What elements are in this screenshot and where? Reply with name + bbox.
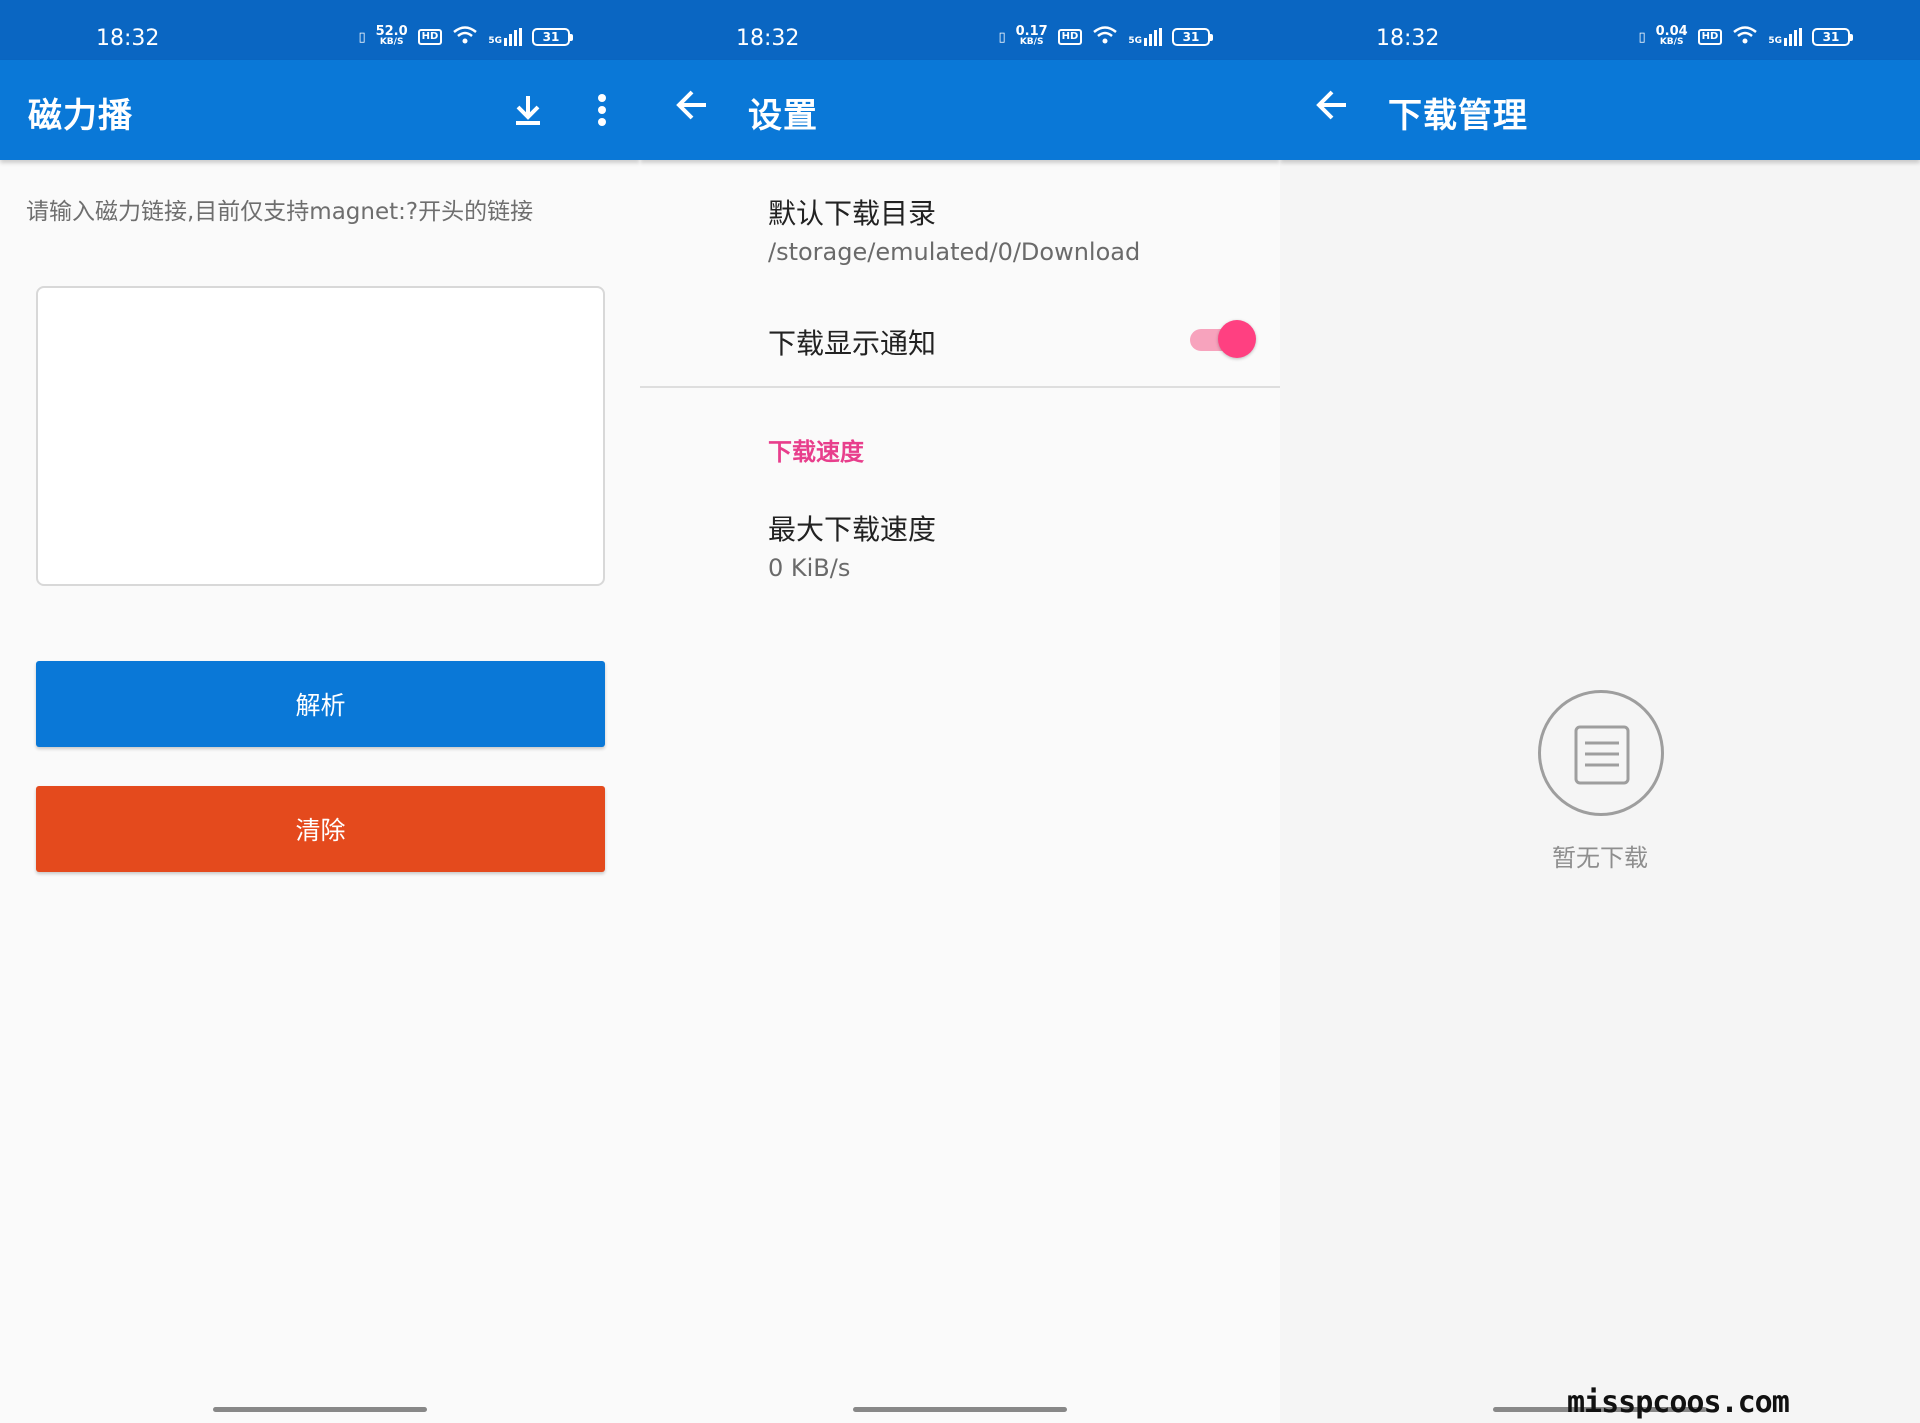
status-time: 18:32 bbox=[1376, 26, 1440, 51]
network-rate: 0.04 KB/S bbox=[1655, 24, 1688, 47]
downloads-title: 下载管理 bbox=[1388, 96, 1528, 136]
document-list-icon bbox=[1538, 690, 1664, 816]
status-bar: 18:32 ▯ 0.17 KB/S HD 5G 31 bbox=[640, 0, 1280, 60]
max-speed-setting[interactable]: 最大下载速度 0 KiB/s bbox=[768, 508, 936, 582]
main-screen: 18:32 ▯ 52.0 KB/S HD 5G 31 磁力播 请输入磁力链接,目前… bbox=[0, 0, 640, 1423]
magnet-hint: 请输入磁力链接,目前仅支持magnet:?开头的链接 bbox=[26, 199, 534, 225]
app-title: 磁力播 bbox=[28, 96, 133, 136]
gesture-bar[interactable] bbox=[213, 1407, 427, 1412]
magnet-input[interactable] bbox=[36, 286, 605, 586]
max-speed-title: 最大下载速度 bbox=[768, 513, 937, 546]
wifi-icon bbox=[1092, 25, 1118, 49]
battery-icon: 31 bbox=[532, 28, 573, 46]
wifi-icon bbox=[452, 25, 478, 49]
notify-title: 下载显示通知 bbox=[768, 327, 937, 360]
app-bar: 磁力播 bbox=[0, 60, 640, 160]
vibrate-icon: ▯ bbox=[358, 29, 366, 45]
notify-setting[interactable]: 下载显示通知 bbox=[768, 322, 936, 362]
status-icons: ▯ 0.17 KB/S HD 5G 31 bbox=[998, 24, 1213, 49]
default-dir-value: /storage/emulated/0/Download bbox=[768, 238, 1141, 266]
max-speed-value: 0 KiB/s bbox=[768, 554, 851, 582]
more-vert-icon[interactable] bbox=[584, 90, 620, 130]
battery-icon: 31 bbox=[1812, 28, 1853, 46]
downloads-screen: 18:32 ▯ 0.04 KB/S HD 5G 31 下载管理 暂无下载 bbox=[1280, 0, 1920, 1423]
section-divider bbox=[640, 386, 1280, 388]
default-dir-setting[interactable]: 默认下载目录 /storage/emulated/0/Download bbox=[768, 192, 1140, 266]
status-bar: 18:32 ▯ 52.0 KB/S HD 5G 31 bbox=[0, 0, 640, 60]
notify-toggle[interactable] bbox=[1190, 318, 1256, 360]
watermark: misspcoos.com bbox=[1567, 1385, 1790, 1420]
network-rate: 0.17 KB/S bbox=[1015, 24, 1048, 47]
download-icon[interactable] bbox=[508, 90, 548, 130]
status-icons: ▯ 0.04 KB/S HD 5G 31 bbox=[1638, 24, 1853, 49]
settings-screen: 18:32 ▯ 0.17 KB/S HD 5G 31 设置 默认下载目录 /sto… bbox=[640, 0, 1280, 1423]
vibrate-icon: ▯ bbox=[998, 29, 1006, 45]
back-arrow-icon[interactable] bbox=[670, 80, 714, 130]
default-dir-title: 默认下载目录 bbox=[768, 197, 937, 230]
hd-icon: HD bbox=[417, 29, 443, 45]
parse-button[interactable]: 解析 bbox=[36, 661, 605, 747]
clear-button[interactable]: 清除 bbox=[36, 786, 605, 872]
speed-section-header: 下载速度 bbox=[768, 438, 864, 466]
app-bar: 下载管理 bbox=[1280, 60, 1920, 160]
signal-icon: 5G bbox=[1768, 28, 1802, 46]
signal-icon: 5G bbox=[1128, 28, 1162, 46]
back-arrow-icon[interactable] bbox=[1310, 80, 1354, 130]
hd-icon: HD bbox=[1057, 29, 1083, 45]
empty-state-text: 暂无下载 bbox=[1552, 844, 1648, 872]
app-bar: 设置 bbox=[640, 60, 1280, 160]
signal-icon: 5G bbox=[488, 28, 522, 46]
toggle-thumb bbox=[1218, 320, 1256, 358]
network-rate: 52.0 KB/S bbox=[375, 24, 408, 47]
gesture-bar[interactable] bbox=[853, 1407, 1067, 1412]
status-icons: ▯ 52.0 KB/S HD 5G 31 bbox=[358, 24, 573, 49]
hd-icon: HD bbox=[1697, 29, 1723, 45]
status-time: 18:32 bbox=[736, 26, 800, 51]
status-bar: 18:32 ▯ 0.04 KB/S HD 5G 31 bbox=[1280, 0, 1920, 60]
status-time: 18:32 bbox=[96, 26, 160, 51]
wifi-icon bbox=[1732, 25, 1758, 49]
vibrate-icon: ▯ bbox=[1638, 29, 1646, 45]
settings-title: 设置 bbox=[748, 96, 818, 136]
battery-icon: 31 bbox=[1172, 28, 1213, 46]
